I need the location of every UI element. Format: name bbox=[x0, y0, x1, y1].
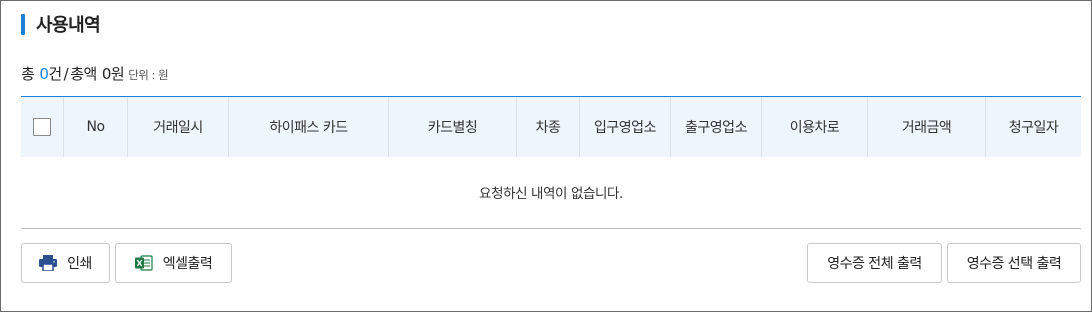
excel-button-label: 엑셀출력 bbox=[162, 256, 213, 272]
count-suffix: 건 bbox=[48, 65, 62, 83]
column-header-card-alias: 카드별칭 bbox=[389, 97, 517, 157]
total-count: 0 bbox=[39, 65, 49, 83]
column-header-exit-tollgate: 출구영업소 bbox=[671, 97, 762, 157]
column-header-lane: 이용차로 bbox=[762, 97, 868, 157]
table-header-row: No 거래일시 하이패스 카드 카드별칭 차종 입구영업소 출구영업소 이용차로… bbox=[21, 97, 1081, 157]
receipt-print-all-label: 영수증 전체 출력 bbox=[827, 256, 922, 272]
receipt-print-selected-label: 영수증 선택 출력 bbox=[966, 256, 1062, 272]
column-header-entry-tollgate: 입구영업소 bbox=[580, 97, 671, 157]
total-label: 총 bbox=[21, 65, 35, 83]
header-select-all-cell bbox=[21, 97, 64, 157]
column-header-hipass-card: 하이패스 카드 bbox=[229, 97, 389, 157]
column-header-vehicle-type: 차종 bbox=[517, 97, 580, 157]
excel-export-button[interactable]: 엑셀출력 bbox=[115, 243, 232, 283]
section-title: 사용내역 bbox=[36, 15, 101, 36]
column-header-transaction-datetime: 거래일시 bbox=[128, 97, 229, 157]
section-header: 사용내역 bbox=[21, 13, 101, 36]
summary-separator: / bbox=[63, 65, 69, 83]
select-all-checkbox[interactable] bbox=[33, 118, 51, 136]
column-header-no: No bbox=[64, 97, 128, 157]
usage-history-panel: 사용내역 총 0 건 / 총액 0 원 단위 : 원 No 거래일시 하이패스 … bbox=[0, 0, 1092, 312]
receipt-print-all-button[interactable]: 영수증 전체 출력 bbox=[807, 243, 942, 283]
printer-icon bbox=[39, 255, 58, 271]
unit-note: 단위 : 원 bbox=[128, 68, 169, 82]
receipt-print-selected-button[interactable]: 영수증 선택 출력 bbox=[947, 243, 1081, 283]
summary-line: 총 0 건 / 총액 0 원 단위 : 원 bbox=[21, 63, 169, 83]
total-amount: 0 bbox=[101, 65, 112, 83]
title-accent-bar bbox=[21, 13, 25, 35]
excel-icon bbox=[134, 255, 153, 271]
usage-table: No 거래일시 하이패스 카드 카드별칭 차종 입구영업소 출구영업소 이용차로… bbox=[21, 96, 1081, 229]
print-button-label: 인쇄 bbox=[67, 256, 92, 272]
print-button[interactable]: 인쇄 bbox=[21, 243, 110, 283]
column-header-amount: 거래금액 bbox=[868, 97, 986, 157]
amount-suffix: 원 bbox=[110, 65, 125, 83]
amount-label: 총액 bbox=[70, 65, 97, 83]
empty-result-message: 요청하신 내역이 없습니다. bbox=[479, 186, 623, 202]
column-header-billing-date: 청구일자 bbox=[1008, 120, 1059, 136]
